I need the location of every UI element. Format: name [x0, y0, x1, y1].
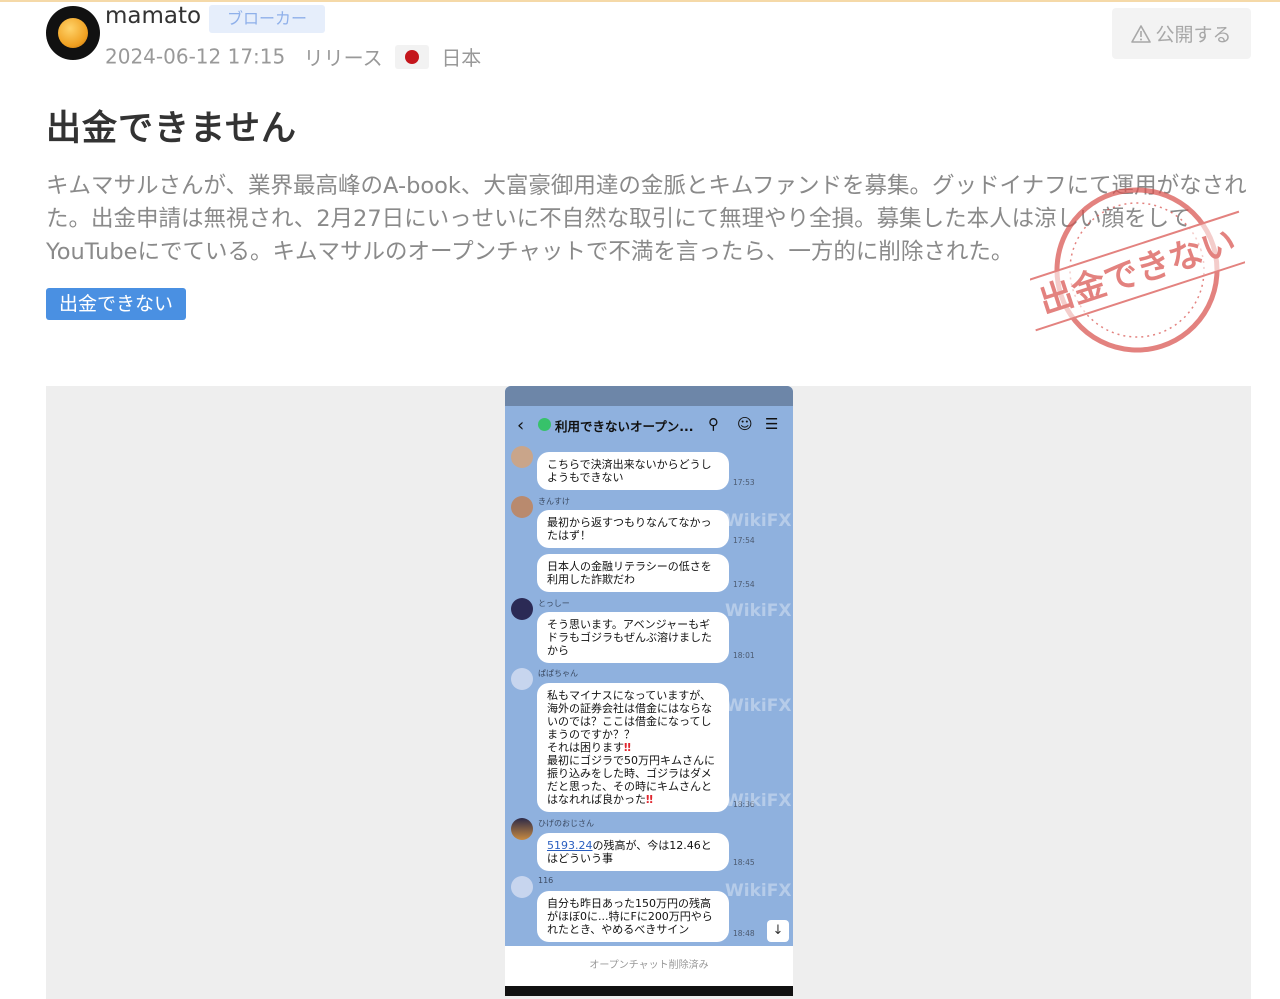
sender-name: 116	[538, 876, 554, 885]
post-meta: 2024-06-12 17:15 リリース 日本	[105, 42, 481, 71]
chat-group-icon	[538, 418, 551, 431]
post-status: リリース	[303, 46, 383, 70]
publish-label: 公開する	[1155, 24, 1232, 46]
chat-bubble: 5193.24の残高が、今は12.46とはどういう事	[537, 833, 729, 871]
menu-icon: ☰	[765, 415, 779, 433]
sender-name: とっしー	[538, 599, 570, 608]
status-bar	[505, 386, 793, 406]
sender-name: ひげのおじさん	[538, 819, 594, 828]
withdrawal-stamp: 出金できない	[1030, 187, 1245, 353]
user-avatar[interactable]	[46, 6, 100, 60]
balance-link[interactable]: 5193.24	[547, 839, 593, 852]
sender-name: きんすけ	[538, 497, 570, 506]
search-icon: ⚲	[708, 415, 719, 433]
chat-title: 利用できないオープン...	[555, 419, 694, 434]
sender-avatar	[511, 668, 533, 690]
watermark: WikiFX	[725, 791, 792, 811]
message-line: それは困ります	[547, 741, 624, 754]
watermark: WikiFX	[725, 601, 792, 621]
message-time: 18:45	[733, 858, 755, 867]
message-time: 18:48	[733, 929, 755, 938]
moon-image	[58, 18, 88, 48]
post-country: 日本	[441, 46, 482, 70]
chat-bubble: そう思います。アベンジャーもギドラもゴジラもぜんぶ溶けましたから	[537, 612, 729, 663]
message-line: 最初にゴジラで50万円キムさんに振り込みをした時、ゴジラはダメだと思った、その時…	[547, 754, 715, 806]
publish-button[interactable]: 公開する	[1112, 8, 1251, 59]
broker-badge: ブローカー	[209, 5, 325, 33]
chat-bubble: 最初から返すつもりなんてなかったはず！	[537, 510, 729, 548]
message-line: 私もマイナスになっていますが、海外の証券会社は借金にはならないのでは？ここは借金…	[547, 689, 712, 741]
sender-avatar	[511, 496, 533, 518]
chat-bubble: こちらで決済出来ないからどうしようもできない	[537, 452, 729, 490]
sender-avatar	[511, 446, 533, 468]
message-time: 18:01	[733, 651, 755, 660]
post-datetime: 2024-06-12 17:15	[105, 44, 286, 69]
sender-avatar	[511, 598, 533, 620]
japan-flag-icon	[394, 44, 429, 69]
chat-screenshot[interactable]: ‹ 利用できないオープン... ⚲ ☺ ☰ こちらで決済出来ないからどうしようも…	[505, 386, 793, 996]
watermark: WikiFX	[725, 511, 792, 531]
warning-icon	[1131, 24, 1152, 43]
exclamation-icon: ‼	[646, 793, 653, 806]
deleted-notice: オープンチャット削除済み	[505, 946, 793, 986]
chat-bubble: 自分も昨日あった150万円の残高がほぼ0に...特にFに200万円やられたとき、…	[537, 891, 729, 942]
top-border	[0, 0, 1280, 2]
message-time: 17:54	[733, 580, 755, 589]
watermark: WikiFX	[725, 696, 792, 716]
message-time: 17:54	[733, 536, 755, 545]
sender-avatar	[511, 876, 533, 898]
watermark: WikiFX	[725, 881, 792, 901]
exclamation-icon: ‼	[624, 741, 631, 754]
chat-bubble: 日本人の金融リテラシーの低さを利用した詐欺だわ	[537, 554, 729, 592]
back-arrow-icon: ‹	[517, 415, 525, 436]
chat-header: ‹ 利用できないオープン... ⚲ ☺ ☰	[505, 406, 793, 444]
sender-avatar	[511, 818, 533, 840]
chat-bubble: 私もマイナスになっていますが、海外の証券会社は借金にはならないのでは？ここは借金…	[537, 683, 729, 812]
sender-name: ぱぱちゃん	[538, 669, 578, 678]
username[interactable]: mamato	[105, 3, 201, 29]
message-time: 17:53	[733, 478, 755, 487]
category-tag[interactable]: 出金できない	[46, 288, 186, 320]
add-member-icon: ☺	[737, 415, 753, 433]
post-title: 出金できません	[46, 109, 297, 149]
scroll-down-icon[interactable]: ↓	[767, 920, 789, 942]
phone-bottom-bar	[505, 986, 793, 996]
